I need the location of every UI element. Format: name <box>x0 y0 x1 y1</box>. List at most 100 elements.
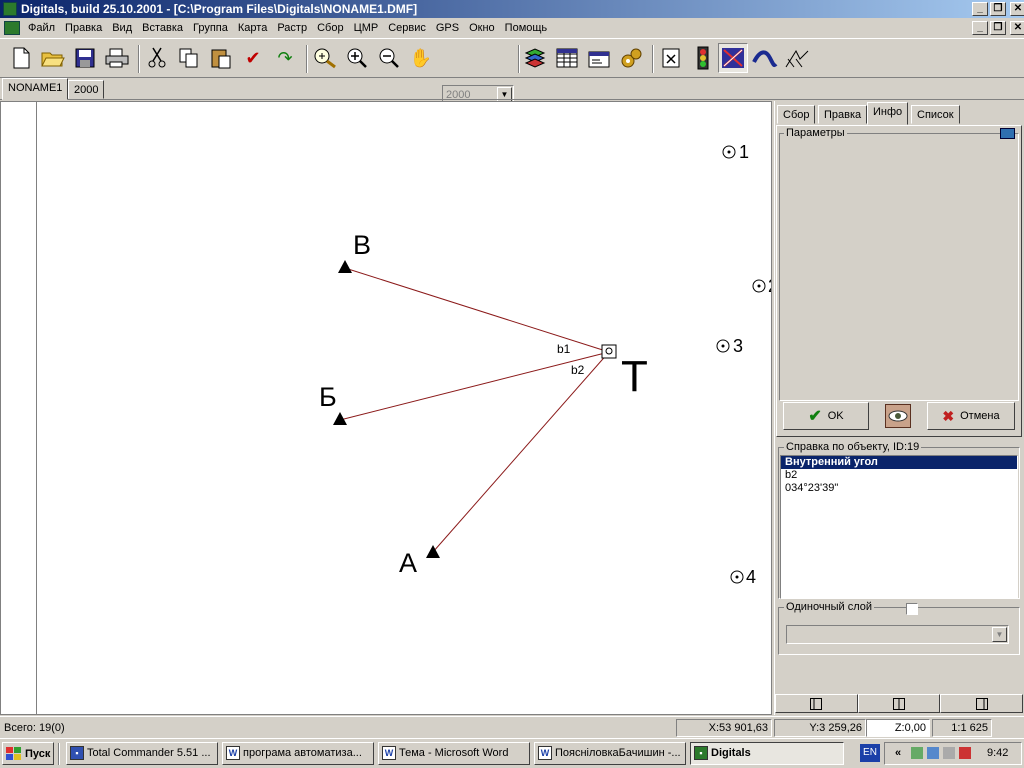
params-toggle-icon[interactable] <box>1000 128 1015 139</box>
doc-restore-button[interactable]: ❐ <box>990 21 1006 35</box>
tray-antivirus-icon[interactable] <box>959 747 971 759</box>
task-word-tema[interactable]: W Тема - Microsoft Word <box>378 742 530 765</box>
tab-pravka[interactable]: Правка <box>818 105 868 124</box>
chevron-down-icon[interactable]: ▼ <box>992 627 1007 642</box>
tray-network-icon[interactable] <box>927 747 939 759</box>
cut-icon[interactable] <box>142 43 172 73</box>
layout-left-icon[interactable] <box>775 694 858 713</box>
open-folder-icon[interactable] <box>38 43 68 73</box>
status-z[interactable]: Z:0,00 <box>866 719 930 737</box>
menu-view[interactable]: Вид <box>107 18 137 38</box>
menu-map[interactable]: Карта <box>233 18 272 38</box>
menu-group[interactable]: Группа <box>188 18 233 38</box>
map-canvas[interactable]: В Б А Т b1 b2 1 2 3 4 <box>0 101 772 715</box>
print-icon[interactable] <box>102 43 132 73</box>
menu-collect[interactable]: Сбор <box>312 18 348 38</box>
line-b-t[interactable] <box>339 351 610 421</box>
minimize-button[interactable]: _ <box>972 2 988 16</box>
info-row-type[interactable]: Внутренний угол <box>781 456 1017 469</box>
label-a: А <box>399 548 418 578</box>
control-point-3[interactable] <box>716 339 730 353</box>
layout-split-icon[interactable] <box>857 694 941 713</box>
pan-hand-icon[interactable]: ✋ <box>406 43 436 73</box>
info-label: Справка по объекту, ID:19 <box>784 441 922 453</box>
tray-volume-icon[interactable] <box>943 747 955 759</box>
point-v-triangle[interactable] <box>338 260 352 273</box>
language-indicator[interactable]: EN <box>860 744 880 762</box>
menu-gps[interactable]: GPS <box>431 18 464 38</box>
line-a-t[interactable] <box>432 351 610 553</box>
system-tray: « 9:42 <box>884 742 1022 765</box>
save-icon[interactable] <box>70 43 100 73</box>
layer-select[interactable]: ▼ <box>786 625 1009 644</box>
menu-raster[interactable]: Растр <box>272 18 312 38</box>
station-t-marker[interactable] <box>601 344 617 359</box>
window-title: Digitals, build 25.10.2001 - [C:\Program… <box>21 2 418 16</box>
menu-edit[interactable]: Правка <box>60 18 107 38</box>
status-bar: Всего: 19(0) X:53 901,63 Y:3 259,26 Z:0,… <box>0 716 1024 738</box>
tab-spisok[interactable]: Список <box>911 105 960 124</box>
task-digitals[interactable]: ▪ Digitals <box>690 742 844 765</box>
doc-icon[interactable] <box>4 21 20 35</box>
close-button[interactable]: ✕ <box>1010 2 1024 16</box>
copy-icon[interactable] <box>174 43 204 73</box>
tray-expand-icon[interactable]: « <box>895 743 901 764</box>
redo-icon[interactable]: ↷ <box>270 43 300 73</box>
traffic-light-icon[interactable] <box>688 43 718 73</box>
menu-service[interactable]: Сервис <box>383 18 431 38</box>
new-file-icon[interactable] <box>6 43 36 73</box>
doc-minimize-button[interactable]: _ <box>972 21 988 35</box>
task-word-program[interactable]: Wпрограма автоматиза... <box>222 742 374 765</box>
task-total-commander[interactable]: ▪ Total Commander 5.51 ... <box>66 742 218 765</box>
checkmark-icon: ✔ <box>808 408 822 425</box>
control-point-1[interactable] <box>722 145 736 159</box>
info-row-angle[interactable]: 034°23'39" <box>781 482 1017 495</box>
marker-label-2: 2 <box>768 276 771 297</box>
word-icon: W <box>382 746 396 760</box>
eye-icon[interactable] <box>885 404 911 428</box>
task-label: Digitals <box>711 747 751 759</box>
snap-mode-icon[interactable] <box>718 43 748 73</box>
zoom-in-icon[interactable] <box>342 43 372 73</box>
settings-gears-icon[interactable] <box>616 43 646 73</box>
start-button[interactable]: Пуск <box>2 742 54 765</box>
hatch-icon[interactable] <box>782 43 812 73</box>
title-bar: Digitals, build 25.10.2001 - [C:\Program… <box>0 0 1024 18</box>
marker-label-3: 3 <box>733 336 744 356</box>
delete-selection-icon[interactable] <box>656 43 686 73</box>
control-point-2[interactable] <box>752 279 766 293</box>
menu-insert[interactable]: Вставка <box>137 18 188 38</box>
tray-app-icon[interactable] <box>911 747 923 759</box>
word-icon: W <box>538 746 552 760</box>
curve-icon[interactable] <box>750 43 780 73</box>
map-drawing[interactable] <box>1 102 772 715</box>
layout-right-icon[interactable] <box>940 694 1024 713</box>
check-icon[interactable]: ✔ <box>238 43 268 73</box>
line-v-t[interactable] <box>344 267 610 353</box>
control-point-4[interactable] <box>730 570 744 584</box>
menu-file[interactable]: Файл <box>23 18 60 38</box>
tab-sbor[interactable]: Сбор <box>777 105 816 124</box>
cancel-button[interactable]: ✖ Отмена <box>927 402 1015 430</box>
params-group <box>779 133 1019 401</box>
menu-window[interactable]: Окно <box>464 18 500 38</box>
info-row-name[interactable]: b2 <box>781 469 1017 482</box>
paste-icon[interactable] <box>206 43 236 73</box>
task-word-poyasn[interactable]: W ПоясніловкаБачишин -... <box>534 742 686 765</box>
menu-dtm[interactable]: ЦМР <box>349 18 384 38</box>
doc-close-button[interactable]: ✕ <box>1010 21 1024 35</box>
windows-logo-icon <box>6 746 21 760</box>
table-icon[interactable] <box>552 43 582 73</box>
single-layer-checkbox[interactable] <box>906 603 918 615</box>
zoom-out-icon[interactable] <box>374 43 404 73</box>
properties-icon[interactable] <box>584 43 614 73</box>
ok-button[interactable]: ✔ OK <box>783 402 869 430</box>
tab-info[interactable]: Инфо <box>867 102 909 125</box>
menu-help[interactable]: Помощь <box>500 18 553 38</box>
layers-icon[interactable] <box>520 43 550 73</box>
restore-button[interactable]: ❐ <box>990 2 1006 16</box>
tab-noname1[interactable]: NONAME1 <box>2 78 69 100</box>
tab-2000[interactable]: 2000 <box>68 80 105 99</box>
info-list[interactable]: Внутренний угол b2 034°23'39" <box>780 455 1018 599</box>
zoom-window-icon[interactable] <box>310 43 340 73</box>
